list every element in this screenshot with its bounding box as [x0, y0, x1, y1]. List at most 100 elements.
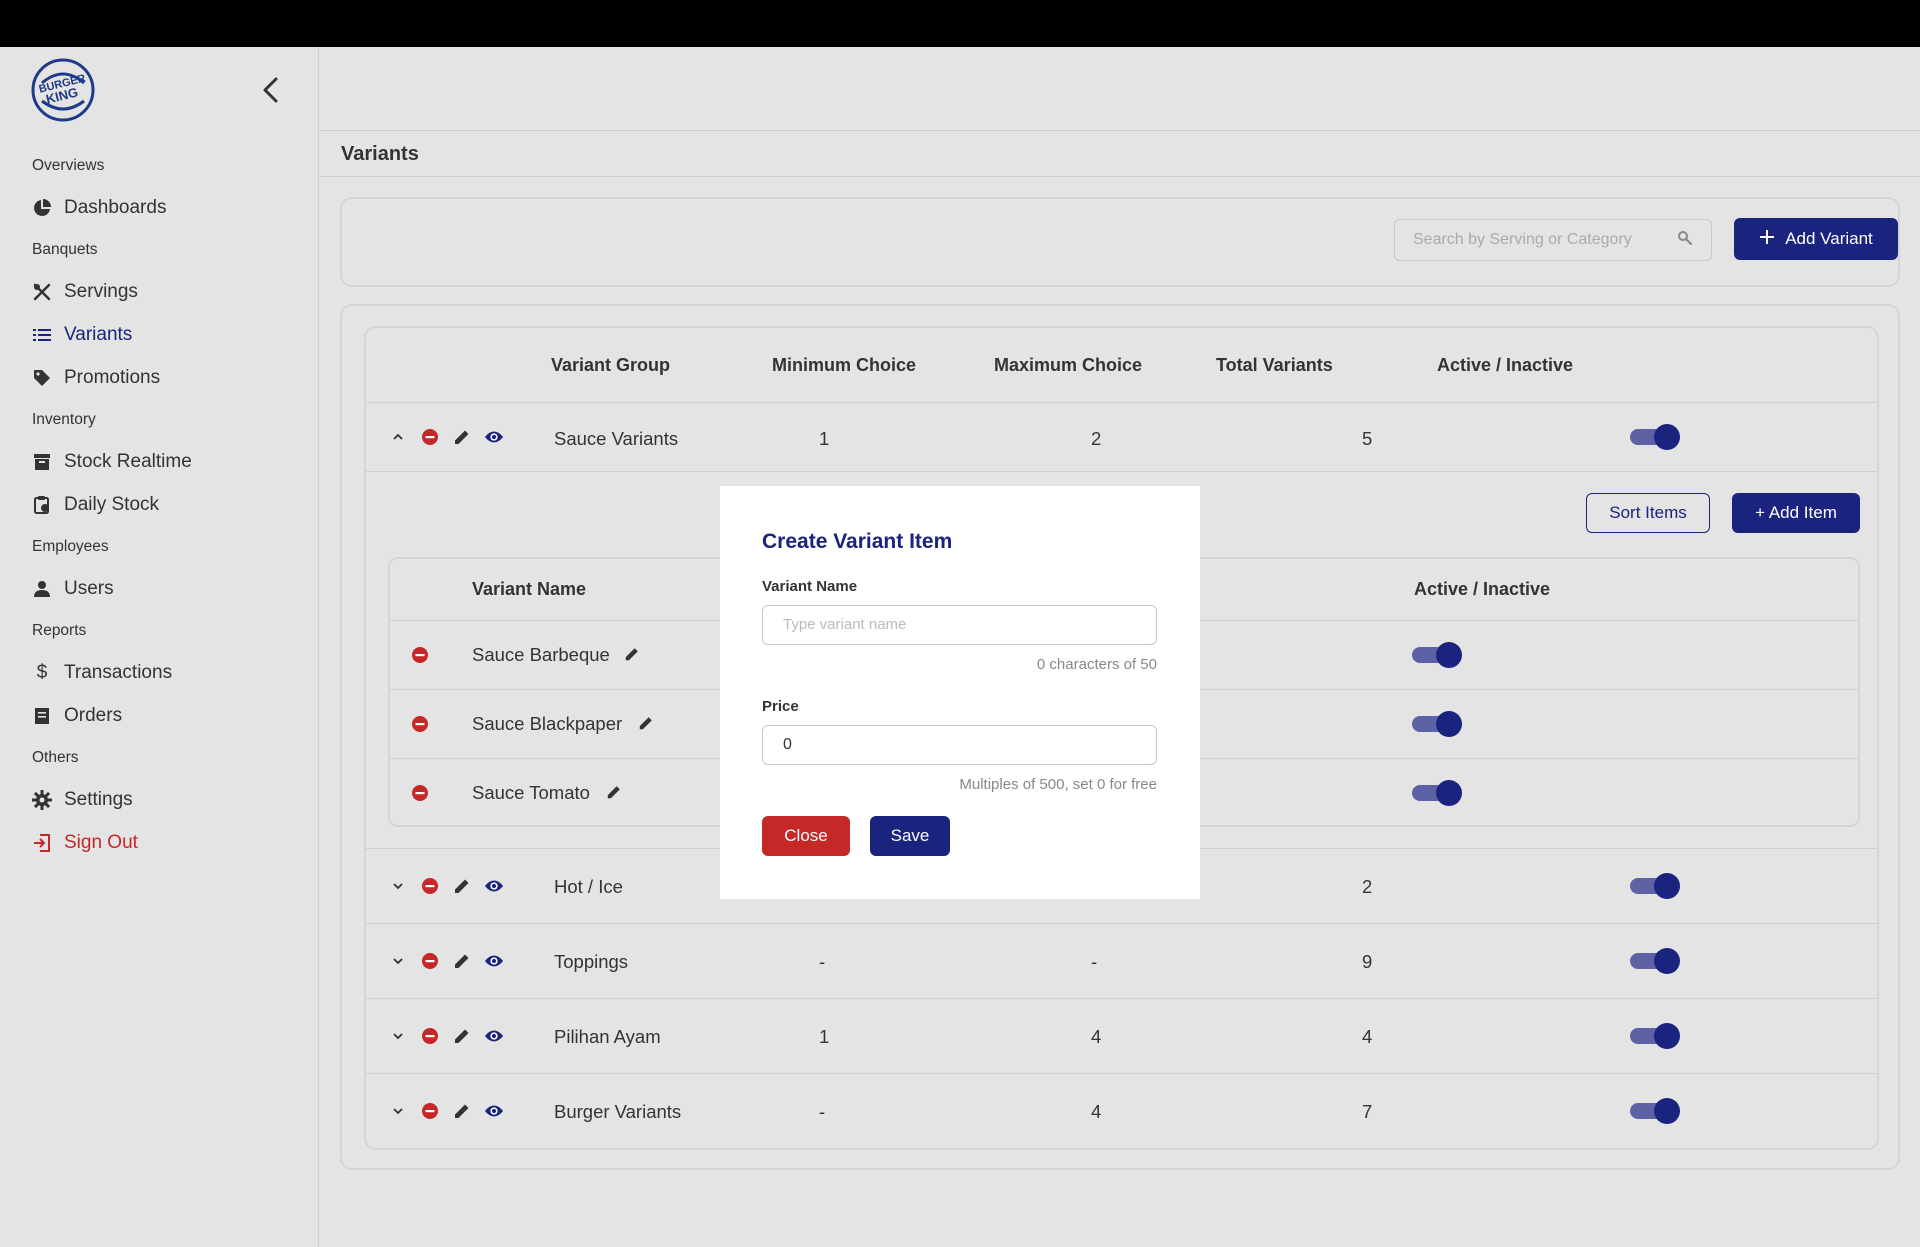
sidebar-item-label: Users — [64, 577, 114, 599]
search-icon[interactable] — [1677, 230, 1693, 251]
edit-icon[interactable] — [622, 644, 642, 664]
table-row[interactable]: Sauce Variants 1 2 5 — [366, 403, 1877, 472]
table-row[interactable]: Burger Variants - 4 7 — [366, 1075, 1877, 1148]
main-header — [320, 47, 1920, 131]
minimum-choice-value: 1 — [819, 428, 830, 449]
pie-chart-icon — [32, 198, 52, 218]
search-input[interactable] — [1413, 231, 1677, 249]
active-toggle[interactable] — [1630, 1098, 1680, 1124]
sidebar-item-orders[interactable]: Orders — [0, 694, 319, 737]
active-toggle[interactable] — [1630, 948, 1680, 974]
delete-icon[interactable] — [420, 427, 440, 447]
section-label-reports: Reports — [32, 622, 87, 639]
sidebar-item-label: Variants — [64, 323, 133, 345]
chevron-down-icon[interactable] — [388, 1101, 408, 1121]
chevron-down-icon[interactable] — [388, 1026, 408, 1046]
close-button[interactable]: Close — [762, 816, 850, 856]
sort-items-button[interactable]: Sort Items — [1586, 493, 1710, 533]
edit-icon[interactable] — [452, 1026, 472, 1046]
price-input[interactable] — [762, 725, 1157, 765]
delete-icon[interactable] — [420, 876, 440, 896]
edit-icon[interactable] — [636, 713, 656, 733]
edit-icon[interactable] — [452, 427, 472, 447]
table-header: Variant Group Minimum Choice Maximum Cho… — [366, 328, 1877, 403]
eye-icon[interactable] — [484, 427, 504, 447]
table-row[interactable]: Toppings - - 9 — [366, 925, 1877, 999]
page-title: Variants — [341, 143, 419, 165]
add-item-button[interactable]: + Add Item — [1732, 493, 1860, 533]
header-item-active-inactive: Active / Inactive — [1414, 579, 1551, 599]
list-icon — [32, 325, 52, 345]
sidebar-item-label: Dashboards — [64, 196, 167, 218]
sidebar-item-dashboards[interactable]: Dashboards — [0, 186, 319, 229]
sidebar-item-variants[interactable]: Variants — [0, 313, 319, 356]
eye-icon[interactable] — [484, 1101, 504, 1121]
sidebar: BURGER KING Overviews Dashboards Banquet… — [0, 47, 319, 1247]
row-actions — [388, 1026, 504, 1046]
row-actions — [388, 876, 504, 896]
sidebar-item-label: Orders — [64, 704, 123, 726]
chevron-up-icon[interactable] — [388, 427, 408, 447]
variant-name-input[interactable] — [762, 605, 1157, 645]
edit-icon[interactable] — [452, 951, 472, 971]
table-row[interactable]: Pilihan Ayam 1 4 4 — [366, 1000, 1877, 1074]
row-actions — [388, 951, 504, 971]
chevron-down-icon[interactable] — [388, 951, 408, 971]
active-toggle[interactable] — [1630, 873, 1680, 899]
header-active-inactive: Active / Inactive — [1437, 355, 1574, 375]
variant-group-name: Sauce Variants — [554, 428, 679, 449]
edit-icon[interactable] — [452, 1101, 472, 1121]
active-toggle[interactable] — [1630, 424, 1680, 450]
add-variant-button[interactable]: Add Variant — [1734, 218, 1898, 260]
plus-icon — [1759, 229, 1775, 250]
sidebar-item-settings[interactable]: Settings — [0, 778, 319, 821]
sidebar-item-label: Settings — [64, 788, 133, 810]
delete-icon[interactable] — [420, 1026, 440, 1046]
create-variant-item-modal: Create Variant Item Variant Name 0 chara… — [720, 486, 1200, 899]
variant-item-name: Sauce Blackpaper — [472, 713, 623, 734]
app-window: BURGER KING Overviews Dashboards Banquet… — [0, 47, 1920, 1247]
eye-icon[interactable] — [484, 876, 504, 896]
variant-group-name: Burger Variants — [554, 1101, 682, 1122]
delete-icon[interactable] — [410, 645, 430, 665]
header-variant-name: Variant Name — [472, 579, 587, 599]
edit-icon[interactable] — [604, 782, 624, 802]
active-toggle[interactable] — [1630, 1023, 1680, 1049]
burger-king-logo[interactable]: BURGER KING — [30, 57, 96, 123]
modal-title: Create Variant Item — [762, 530, 953, 553]
save-button[interactable]: Save — [870, 816, 950, 856]
sidebar-item-users[interactable]: Users — [0, 567, 319, 610]
delete-icon[interactable] — [410, 783, 430, 803]
section-label-inventory: Inventory — [32, 411, 96, 428]
archive-icon — [32, 452, 52, 472]
sidebar-item-servings[interactable]: Servings — [0, 270, 319, 313]
maximum-choice-value: 4 — [1091, 1101, 1102, 1122]
active-toggle[interactable] — [1412, 711, 1462, 737]
variant-group-name: Hot / Ice — [554, 876, 623, 897]
utensils-icon — [32, 282, 52, 302]
sidebar-item-stock-realtime[interactable]: Stock Realtime — [0, 440, 319, 483]
eye-icon[interactable] — [484, 951, 504, 971]
eye-icon[interactable] — [484, 1026, 504, 1046]
sidebar-item-label: Promotions — [64, 366, 161, 388]
active-toggle[interactable] — [1412, 642, 1462, 668]
section-label-employees: Employees — [32, 538, 109, 555]
chevron-down-icon[interactable] — [388, 876, 408, 896]
total-variants-value: 5 — [1362, 428, 1373, 449]
sidebar-item-transactions[interactable]: $ Transactions — [0, 651, 319, 694]
active-toggle[interactable] — [1412, 780, 1462, 806]
chevron-left-icon — [263, 77, 278, 103]
toolbar-card: Add Variant — [340, 197, 1900, 287]
maximum-choice-value: 2 — [1091, 428, 1102, 449]
edit-icon[interactable] — [452, 876, 472, 896]
sidebar-item-sign-out[interactable]: Sign Out — [0, 821, 319, 864]
delete-icon[interactable] — [420, 1101, 440, 1121]
sidebar-item-promotions[interactable]: Promotions — [0, 356, 319, 399]
delete-icon[interactable] — [410, 714, 430, 734]
sidebar-item-daily-stock[interactable]: Daily Stock — [0, 483, 319, 526]
add-variant-label: Add Variant — [1785, 229, 1873, 248]
sidebar-item-label: Sign Out — [64, 831, 138, 853]
tag-icon — [32, 368, 52, 388]
collapse-sidebar-button[interactable] — [255, 73, 289, 107]
delete-icon[interactable] — [420, 951, 440, 971]
